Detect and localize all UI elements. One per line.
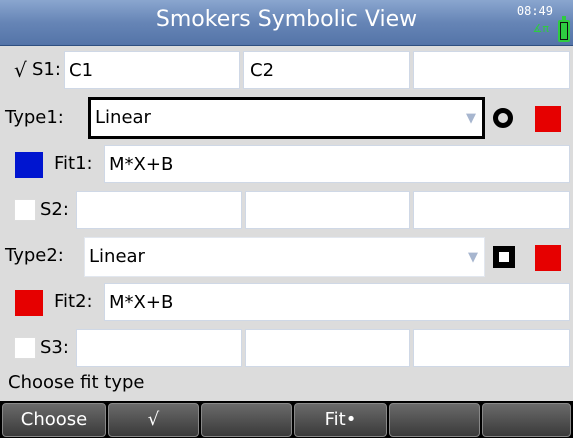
type2-color-swatch[interactable] [535,245,561,271]
chevron-down-icon: ▼ [468,250,478,265]
menu-button-5[interactable] [389,403,480,437]
battery-icon [558,16,570,42]
type2-dropdown[interactable]: Linear ▼ [84,237,485,277]
s2-row: S2: [0,190,573,230]
fit2-label: Fit2: [54,291,93,312]
clock: 08:49 [516,4,553,18]
s2-y-column-field[interactable] [245,191,410,229]
soft-menu-bar: Choose √ Fit• [0,401,573,438]
type1-label: Type1: [5,107,64,128]
type2-label: Type2: [5,245,64,266]
menu-button-6[interactable] [482,403,571,437]
help-message: Choose fit type [8,372,145,393]
s3-row: S3: [0,328,573,368]
type1-value: Linear [95,107,151,128]
type2-row: Type2: Linear ▼ [0,236,573,278]
s1-x-column-field[interactable]: C1 [64,51,240,89]
choose-menu-button[interactable]: Choose [2,403,106,437]
fit1-color-swatch[interactable] [15,152,43,178]
type1-color-swatch[interactable] [535,106,561,132]
type2-value: Linear [89,246,145,267]
s1-checkbox[interactable]: √ [14,58,27,82]
fit2-color-swatch[interactable] [15,290,43,316]
title-bar: Smokers Symbolic View 08:49 ∡π [0,0,573,46]
s2-label: S2: [40,199,69,220]
s1-y-column-field[interactable]: C2 [243,51,410,89]
fit2-row: Fit2: M*X+B [0,282,573,322]
s1-z-column-field[interactable] [413,51,570,89]
s3-y-column-field[interactable] [245,329,410,367]
chevron-down-icon: ▼ [466,111,476,126]
menu-button-3[interactable] [201,403,292,437]
s2-checkbox[interactable] [14,199,36,221]
s1-label: S1: [32,59,61,80]
type1-dropdown[interactable]: Linear ▼ [88,97,485,139]
fit1-formula-field[interactable]: M*X+B [104,145,570,183]
s2-x-column-field[interactable] [76,191,242,229]
fit1-row: Fit1: M*X+B [0,144,573,184]
s3-x-column-field[interactable] [76,329,242,367]
fit-menu-button[interactable]: Fit• [294,403,387,437]
view-title: Smokers Symbolic View [155,7,418,32]
s1-row: √ S1: C1 C2 [0,50,573,90]
type2-marker-square-icon[interactable] [493,246,515,268]
fit1-label: Fit1: [54,153,93,174]
angle-mode-indicator: ∡π [532,22,549,35]
s3-label: S3: [40,337,69,358]
s3-z-column-field[interactable] [413,329,570,367]
type1-row: Type1: Linear ▼ [0,96,573,140]
fit2-formula-field[interactable]: M*X+B [104,283,570,321]
check-menu-button[interactable]: √ [108,403,199,437]
s2-z-column-field[interactable] [413,191,570,229]
type1-marker-ring-icon[interactable] [493,108,513,128]
s3-checkbox[interactable] [14,337,36,359]
screen: Smokers Symbolic View 08:49 ∡π √ S1: C1 … [0,0,573,438]
